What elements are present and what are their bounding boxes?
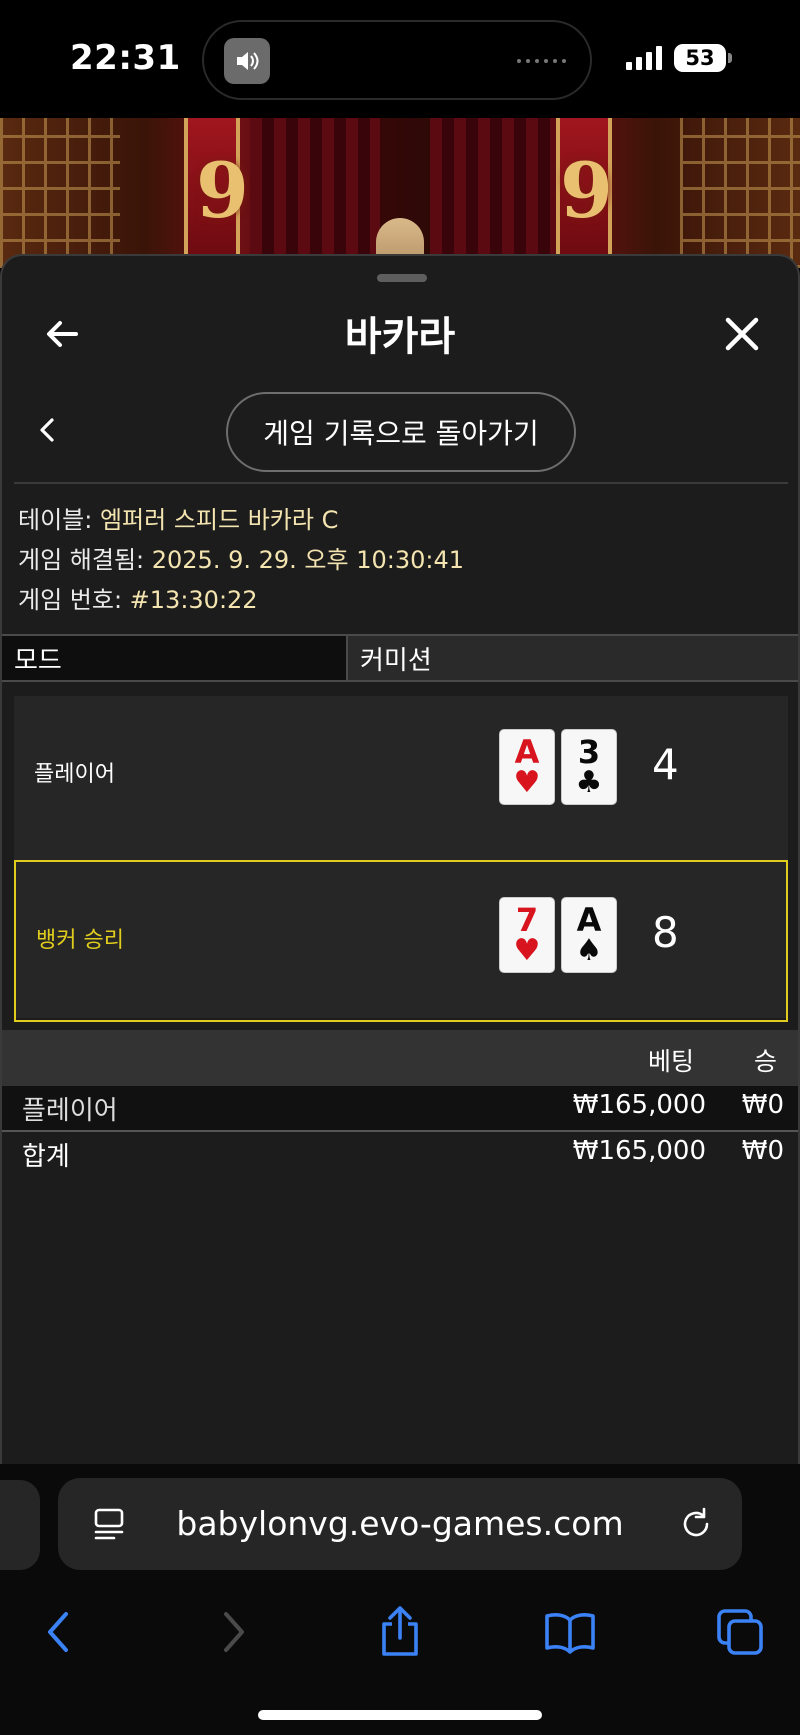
win-amount: ₩0 <box>741 1090 784 1120</box>
hand-label-banker: 뱅커 승리 <box>36 928 124 953</box>
tabs-icon[interactable] <box>710 1602 770 1662</box>
home-indicator[interactable] <box>258 1710 542 1720</box>
share-icon[interactable] <box>370 1602 430 1662</box>
table-value: 엠퍼러 스피드 바카라 C <box>99 506 339 534</box>
browser-toolbar <box>0 1592 800 1672</box>
game-info: 테이블: 엠퍼러 스피드 바카라 C 게임 해결됨: 2025. 9. 29. … <box>18 500 464 620</box>
banker-score: 8 <box>652 908 679 957</box>
playing-card: A ♥ <box>500 730 554 804</box>
browser-chrome: babylonvg.evo-games.com <box>0 1464 800 1735</box>
hands-panel: 플레이어 A ♥ 3 ♣ 4 뱅커 승리 7 ♥ A ♠ 8 <box>14 696 788 1022</box>
player-cards: A ♥ 3 ♣ <box>500 730 616 804</box>
divider <box>14 482 788 484</box>
subnav: 게임 기록으로 돌아가기 <box>2 388 798 478</box>
bets-header: 베팅 승 <box>2 1030 798 1086</box>
number-info-line: 게임 번호: #13:30:22 <box>18 580 464 620</box>
bet-amount: ₩165,000 <box>572 1090 706 1120</box>
forward-icon[interactable] <box>202 1602 262 1662</box>
dynamic-island <box>202 20 592 100</box>
lucky-nine-decoration: 9 <box>196 146 249 235</box>
table-info-line: 테이블: 엠퍼러 스피드 바카라 C <box>18 500 464 540</box>
reload-icon[interactable] <box>674 1502 718 1546</box>
sheet-header: 바카라 <box>2 296 798 378</box>
card-suit-heart-icon: ♥ <box>513 765 541 800</box>
url-text: babylonvg.evo-games.com <box>176 1504 624 1543</box>
signal-icon <box>626 46 662 70</box>
status-time: 22:31 <box>70 38 181 78</box>
lattice-decoration <box>680 118 800 268</box>
resolved-value: 2025. 9. 29. 오후 10:30:41 <box>151 546 464 574</box>
total-win-amount: ₩0 <box>741 1136 784 1166</box>
curtain-right <box>430 118 560 268</box>
table-row: 플레이어 ₩165,000 ₩0 <box>2 1086 798 1130</box>
tab-mode[interactable]: 모드 <box>2 636 348 680</box>
playing-card: A ♠ <box>562 898 616 972</box>
card-suit-heart-icon: ♥ <box>513 933 541 968</box>
chevron-left-icon[interactable] <box>16 398 80 462</box>
mode-tabs: 모드 커미션 <box>2 634 798 682</box>
close-icon[interactable] <box>710 302 774 366</box>
table-key: 테이블: <box>18 506 100 534</box>
player-hand: 플레이어 A ♥ 3 ♣ 4 <box>14 708 788 854</box>
back-to-history-button[interactable]: 게임 기록으로 돌아가기 <box>226 392 576 472</box>
playing-card: 7 ♥ <box>500 898 554 972</box>
sheet-grabber[interactable] <box>377 274 427 282</box>
resolved-info-line: 게임 해결됨: 2025. 9. 29. 오후 10:30:41 <box>18 540 464 580</box>
tab-commission[interactable]: 커미션 <box>348 636 798 680</box>
number-key: 게임 번호: <box>18 586 130 614</box>
page-title: 바카라 <box>344 314 456 360</box>
bet-column-header: 베팅 <box>648 1047 695 1076</box>
lucky-nine-decoration: 9 <box>560 146 613 235</box>
activity-dots <box>517 59 566 63</box>
history-sheet: 바카라 게임 기록으로 돌아가기 테이블: 엠퍼러 스피드 바카라 C 게임 해… <box>0 254 800 1464</box>
previous-tab-preview[interactable] <box>0 1480 40 1570</box>
bet-name: 플레이어 <box>22 1096 118 1126</box>
battery-tip <box>728 53 732 63</box>
status-bar: 22:31 53 <box>0 0 800 118</box>
banker-hand-winner: 뱅커 승리 7 ♥ A ♠ 8 <box>14 860 788 1022</box>
banker-cards: 7 ♥ A ♠ <box>500 898 616 972</box>
card-rank: 3 <box>577 733 601 771</box>
total-row: 합계 ₩165,000 ₩0 <box>2 1132 798 1176</box>
card-rank: A <box>576 901 602 939</box>
card-suit-club-icon: ♣ <box>575 765 603 800</box>
live-video-background: 9 9 <box>0 118 800 268</box>
number-value: #13:30:22 <box>129 586 258 614</box>
back-icon[interactable] <box>30 1602 90 1662</box>
speaker-icon <box>224 38 270 84</box>
hand-label-player: 플레이어 <box>34 762 115 787</box>
battery-icon: 53 <box>674 44 726 72</box>
resolved-key: 게임 해결됨: <box>18 546 152 574</box>
curtain-left <box>250 118 380 268</box>
player-score: 4 <box>652 740 679 789</box>
total-bet-amount: ₩165,000 <box>572 1136 706 1166</box>
card-rank: A <box>514 733 540 771</box>
lattice-decoration <box>0 118 120 268</box>
bookmarks-icon[interactable] <box>540 1602 600 1662</box>
playing-card: 3 ♣ <box>562 730 616 804</box>
win-column-header: 승 <box>754 1047 778 1076</box>
total-label: 합계 <box>22 1142 70 1172</box>
card-suit-spade-icon: ♠ <box>575 933 603 968</box>
card-rank: 7 <box>515 901 539 939</box>
address-bar[interactable]: babylonvg.evo-games.com <box>58 1478 742 1570</box>
